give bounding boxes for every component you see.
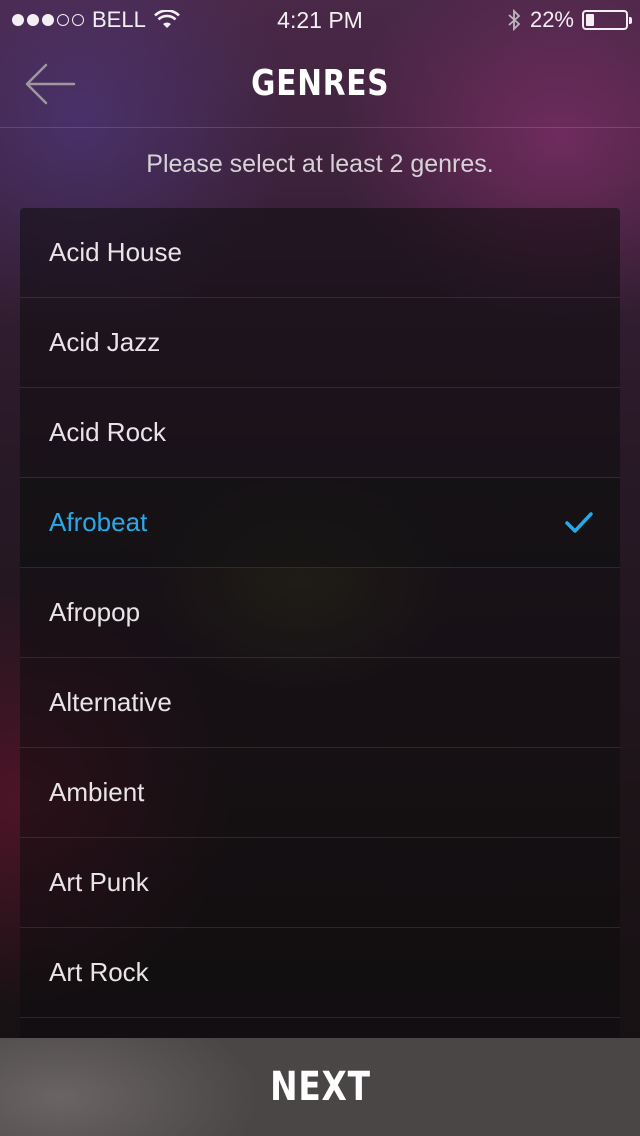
signal-dot [12,14,24,26]
wifi-icon [153,10,180,28]
back-button[interactable] [24,60,84,108]
signal-dot [42,14,54,26]
instructions-text: Please select at least 2 genres. [146,150,494,178]
status-bar: BELL 4:21 PM 22% [0,0,640,40]
signal-dot [72,14,84,26]
page-title: GENRES [250,63,390,104]
signal-dot [57,14,69,26]
genre-row[interactable]: Alternative [20,658,620,748]
genre-row[interactable]: Afrobeat [20,478,620,568]
genre-label: Art Punk [49,867,149,897]
next-button[interactable]: NEXT [0,1038,640,1136]
carrier-name: BELL [92,7,146,32]
battery-icon [582,10,632,30]
bluetooth-icon [508,8,521,32]
nav-bar: GENRES [0,40,640,128]
battery-level [586,14,595,26]
genre-label: Acid Jazz [49,327,161,357]
genre-row[interactable]: Art Rock [20,928,620,1018]
genre-row[interactable]: Acid House [20,208,620,298]
genre-list[interactable]: Acid House Acid Jazz Acid Rock Afrobeat Afro… [20,208,620,1038]
genre-row[interactable]: Acid Jazz [20,298,620,388]
genre-label: Alternative [49,687,172,717]
genre-row[interactable]: Art Punk [20,838,620,928]
genre-row[interactable]: Acid Rock [20,388,620,478]
next-button-label: NEXT [269,1064,371,1110]
status-right: 22% [506,7,632,33]
genre-row[interactable]: Ambient [20,748,620,838]
genre-label: Art Rock [49,957,149,987]
genre-row-partial[interactable] [20,1018,620,1038]
genre-label: Acid House [49,237,182,267]
back-arrow-icon [25,63,76,105]
genre-row[interactable]: Afropop [20,568,620,658]
signal-dot [27,14,39,26]
checkmark-icon [565,511,593,533]
genre-label: Afropop [49,597,141,627]
genre-label: Afrobeat [49,507,148,537]
genre-label: Acid Rock [49,417,167,447]
status-left: BELL [12,7,180,33]
genre-label: Ambient [49,777,145,807]
battery-percent: 22% [529,7,574,32]
signal-strength-icon [12,14,84,26]
